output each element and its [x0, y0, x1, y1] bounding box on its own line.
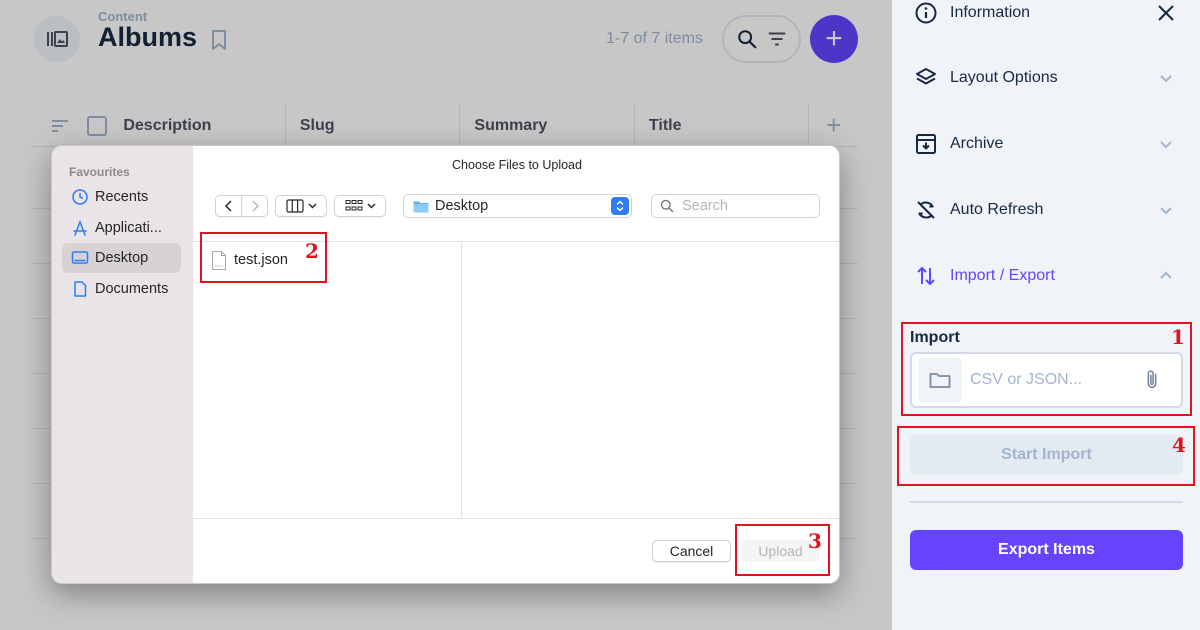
item-count: 1-7 of 7 items [606, 30, 703, 47]
sort-icon[interactable] [32, 119, 87, 133]
column-header-summary[interactable]: Summary [459, 104, 634, 147]
add-column-button[interactable]: + [808, 104, 858, 147]
chevron-down-icon [308, 203, 316, 209]
favourite-label: Documents [95, 281, 169, 297]
file-upload-dialog: Favourites Recents Applicati... Desktop [51, 145, 840, 584]
favourite-label: Desktop [95, 250, 149, 266]
start-import-button[interactable]: Start Import [910, 435, 1183, 475]
import-placeholder: CSV or JSON... [970, 371, 1083, 388]
folder-button[interactable] [918, 358, 962, 402]
chevron-left-icon [224, 200, 232, 212]
filter-icon [768, 32, 785, 46]
export-items-button[interactable]: Export Items [910, 530, 1183, 570]
grid-icon [345, 200, 362, 211]
archive-icon [916, 134, 936, 154]
import-export-icon [917, 266, 935, 286]
info-icon [915, 2, 937, 24]
json-file-icon [212, 250, 226, 270]
search-icon [737, 30, 756, 49]
annotation-number-1: 1 [1171, 325, 1185, 349]
favourites-heading: Favourites [69, 165, 130, 179]
collection-icon-button[interactable] [34, 16, 80, 62]
chevron-down-icon [1160, 207, 1172, 215]
cancel-button[interactable]: Cancel [652, 540, 731, 562]
favourite-label: Applicati... [95, 220, 162, 236]
layers-icon [916, 68, 936, 85]
dialog-main: Choose Files to Upload Desktop Search te… [193, 146, 839, 583]
chevron-down-icon [367, 203, 375, 209]
folder-icon [929, 373, 951, 388]
sidebar-item-applications[interactable]: Applicati... [62, 213, 181, 243]
annotation-number-4: 4 [1172, 433, 1186, 457]
applications-icon [73, 219, 87, 236]
chevron-down-icon [1160, 75, 1172, 83]
column-divider[interactable] [461, 242, 462, 518]
divider [910, 501, 1183, 503]
sidebar-item-import-export[interactable]: Import / Export [892, 243, 1200, 309]
close-icon[interactable] [1156, 3, 1176, 23]
sidebar-item-label: Import / Export [950, 267, 1055, 284]
sidebar-item-layout-options[interactable]: Layout Options [892, 45, 1200, 111]
dialog-search-input[interactable]: Search [651, 194, 820, 218]
column-header-slug[interactable]: Slug [284, 104, 460, 147]
divider [193, 241, 839, 242]
sync-disabled-icon [917, 201, 935, 219]
sidebar-item-label: Archive [950, 135, 1004, 152]
dialog-sidebar: Favourites Recents Applicati... Desktop [52, 146, 193, 583]
forward-button[interactable] [241, 196, 267, 216]
paperclip-icon[interactable] [1141, 369, 1163, 391]
sidebar-item-auto-refresh[interactable]: Auto Refresh [892, 177, 1200, 243]
desktop-icon [71, 251, 89, 264]
chevron-down-icon [1160, 141, 1172, 149]
add-item-button[interactable]: + [810, 15, 858, 63]
chevron-right-icon [252, 200, 259, 212]
sidebar-item-recents[interactable]: Recents [62, 182, 181, 212]
right-sidebar: Information Layout Options Archive Auto … [892, 0, 1200, 630]
sidebar-item-information[interactable]: Information [892, 0, 1200, 46]
bookmark-icon[interactable] [209, 28, 229, 52]
search-filter-button[interactable] [722, 15, 801, 63]
sidebar-item-label: Layout Options [950, 69, 1058, 86]
location-select[interactable]: Desktop [403, 194, 632, 218]
import-file-input[interactable]: CSV or JSON... [910, 352, 1183, 408]
divider [193, 518, 839, 519]
photo-album-icon [47, 31, 68, 47]
columns-view-icon [285, 199, 304, 213]
back-forward-control [215, 195, 268, 217]
clock-icon [72, 189, 88, 205]
location-value: Desktop [435, 198, 489, 214]
sidebar-item-desktop[interactable]: Desktop [62, 243, 181, 273]
plus-icon: + [825, 22, 843, 55]
page-title: Albums [98, 22, 198, 52]
annotation-number-2: 2 [305, 239, 319, 263]
chevron-up-icon [1160, 271, 1172, 279]
column-header-title[interactable]: Title [633, 104, 809, 147]
group-by-button[interactable] [334, 195, 386, 217]
select-all-checkbox[interactable] [87, 115, 108, 136]
folder-icon [413, 201, 429, 212]
file-item-test-json[interactable]: test.json [211, 250, 288, 270]
favourite-label: Recents [95, 189, 149, 205]
view-mode-button[interactable] [275, 195, 327, 217]
dialog-title: Choose Files to Upload [452, 158, 582, 172]
back-button[interactable] [216, 196, 241, 216]
file-name: test.json [234, 252, 288, 268]
table-header: Description Slug Summary Title + [32, 104, 858, 147]
annotation-number-3: 3 [808, 529, 822, 553]
updown-chevron-icon [611, 197, 629, 215]
search-placeholder: Search [682, 198, 728, 214]
document-icon [74, 281, 87, 297]
sidebar-item-label: Information [950, 4, 1031, 21]
search-icon [660, 199, 674, 213]
sidebar-item-documents[interactable]: Documents [62, 274, 181, 304]
sidebar-item-label: Auto Refresh [950, 201, 1044, 218]
sidebar-item-archive[interactable]: Archive [892, 111, 1200, 177]
import-label: Import [910, 329, 960, 346]
column-header-description[interactable]: Description [123, 105, 285, 147]
